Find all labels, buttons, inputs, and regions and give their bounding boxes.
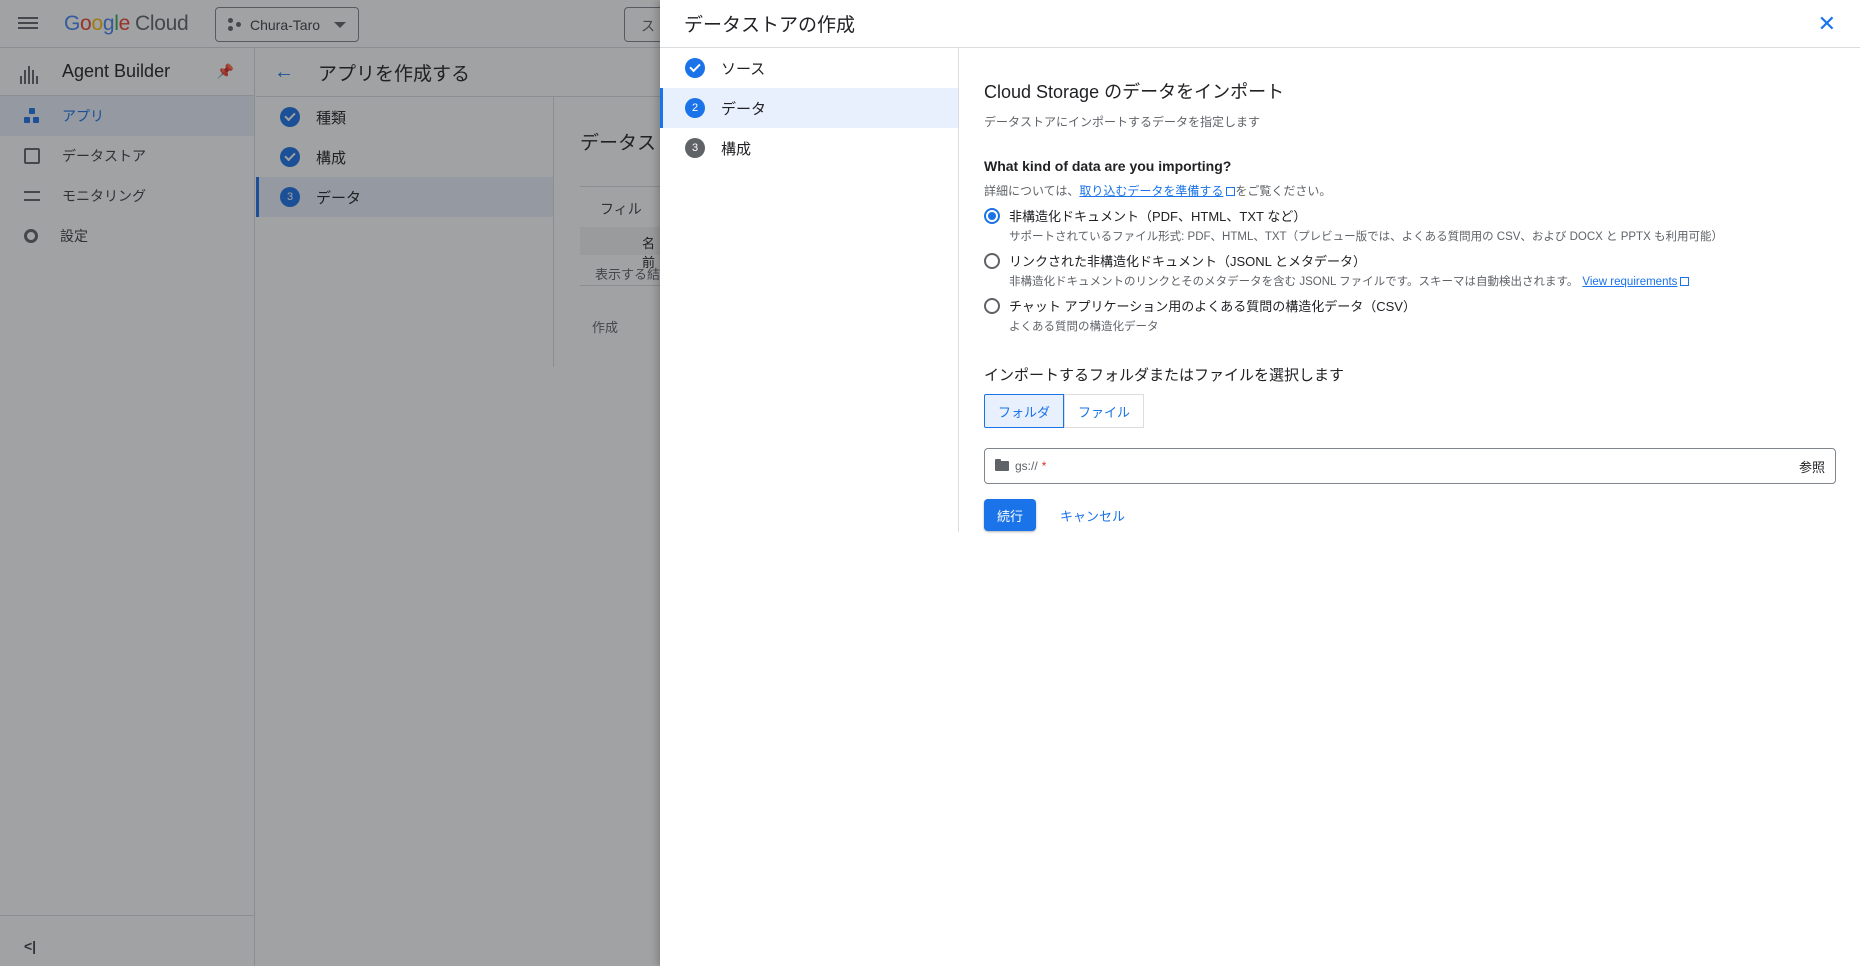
- folder-icon: [995, 459, 1009, 471]
- external-link-icon: [1226, 187, 1236, 197]
- step-data[interactable]: 2 データ: [660, 88, 958, 128]
- step-source[interactable]: ソース: [660, 48, 958, 88]
- path-placeholder: gs://: [1015, 459, 1038, 473]
- data-kind-question: What kind of data are you importing?: [984, 158, 1232, 174]
- radio-button[interactable]: [984, 298, 1000, 314]
- radio-button[interactable]: [984, 253, 1000, 269]
- radio-button[interactable]: [984, 208, 1000, 224]
- close-icon[interactable]: ✕: [1818, 12, 1836, 35]
- dialog-header: データストアの作成 ✕: [660, 0, 1860, 48]
- folder-file-toggle: フォルダ ファイル: [984, 394, 1836, 428]
- option-label: 非構造化ドキュメント（PDF、HTML、TXT など）: [1009, 209, 1307, 224]
- option-description: 非構造化ドキュメントのリンクとそのメタデータを含む JSONL ファイルです。ス…: [1009, 276, 1579, 288]
- option-label: チャット アプリケーション用のよくある質問の構造化データ（CSV）: [1009, 299, 1416, 314]
- required-mark: *: [1041, 459, 1047, 473]
- create-datastore-dialog: データストアの作成 ✕ ソース 2 データ 3 構成 Cloud Storage…: [660, 0, 1860, 966]
- gcs-path-input[interactable]: gs:// * 参照: [984, 448, 1836, 484]
- option-faq-structured[interactable]: チャット アプリケーション用のよくある質問の構造化データ（CSV） よくある質問…: [984, 296, 1836, 334]
- option-description-wrap: 非構造化ドキュメントのリンクとそのメタデータを含む JSONL ファイルです。ス…: [1009, 273, 1690, 289]
- continue-button[interactable]: 続行: [984, 499, 1037, 531]
- dialog-stepper: ソース 2 データ 3 構成: [660, 48, 959, 532]
- help-suffix: をご覧ください。: [1235, 184, 1332, 198]
- help-text: 詳細については、取り込むデータを準備する をご覧ください。: [984, 182, 1836, 199]
- option-unstructured[interactable]: 非構造化ドキュメント（PDF、HTML、TXT など） サポートされているファイ…: [984, 206, 1836, 244]
- step-number-badge: 3: [685, 138, 705, 158]
- view-requirements-link[interactable]: View requirements: [1582, 276, 1677, 288]
- toggle-folder[interactable]: フォルダ: [984, 394, 1065, 428]
- option-description: サポートされているファイル形式: PDF、HTML、TXT（プレビュー版では、よ…: [1009, 231, 1723, 243]
- option-label: リンクされた非構造化ドキュメント（JSONL とメタデータ）: [1009, 254, 1367, 269]
- form-subtitle: データストアにインポートするデータを指定します: [984, 115, 1261, 129]
- form-actions: 続行 キャンセル: [984, 499, 1836, 531]
- browse-button[interactable]: 参照: [1799, 457, 1825, 476]
- step-config[interactable]: 3 構成: [660, 128, 958, 168]
- step-number-badge: 2: [685, 98, 705, 118]
- import-form: Cloud Storage のデータをインポート データストアにインポートするデ…: [984, 48, 1836, 531]
- step-label: ソース: [721, 60, 766, 78]
- cancel-button[interactable]: キャンセル: [1060, 506, 1125, 525]
- pick-source-title: インポートするフォルダまたはファイルを選択します: [984, 367, 1345, 384]
- dialog-title: データストアの作成: [684, 15, 856, 36]
- form-title: Cloud Storage のデータをインポート: [984, 82, 1285, 102]
- step-label: データ: [721, 100, 767, 118]
- toggle-file[interactable]: ファイル: [1064, 394, 1145, 428]
- option-linked-unstructured[interactable]: リンクされた非構造化ドキュメント（JSONL とメタデータ） 非構造化ドキュメン…: [984, 251, 1836, 289]
- external-link-icon: [1680, 277, 1690, 287]
- help-prefix: 詳細については、: [984, 184, 1080, 198]
- step-label: 構成: [721, 140, 752, 158]
- prepare-data-link[interactable]: 取り込むデータを準備する: [1079, 184, 1223, 198]
- option-description: よくある質問の構造化データ: [1009, 321, 1159, 333]
- check-icon: [685, 58, 705, 78]
